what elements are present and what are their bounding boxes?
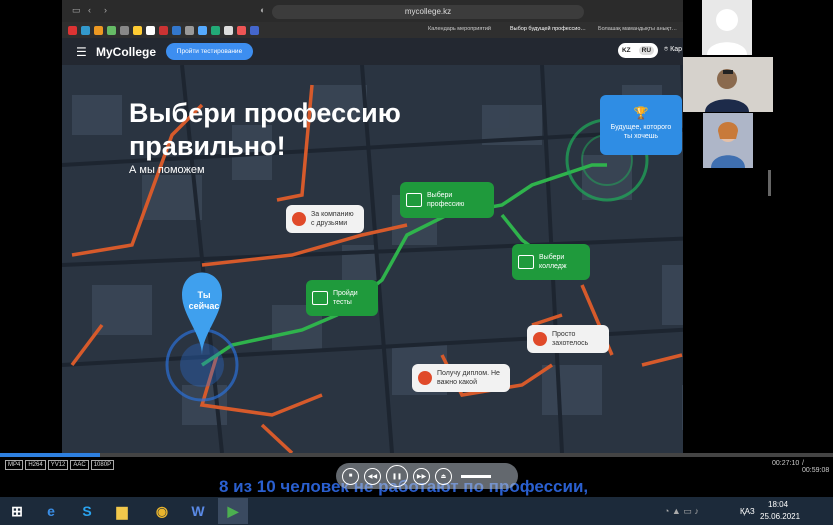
browser-tab[interactable]: Болашақ мамандықты анықт… [598,26,677,32]
keyboard-language[interactable]: ҚАЗ [740,507,755,516]
codec-tag: YV12 [47,460,69,470]
user-silhouette-icon [707,9,747,55]
current-time: 00:27:10 [772,460,800,467]
bubble-diploma: Получу диплом. Не важно какой [412,364,510,392]
codec-tag: MP4 [5,460,24,470]
browser-tab-active[interactable]: Выбор будущей профессио… [510,26,586,32]
take-test-button[interactable]: Пройти тестирование [166,43,253,60]
lang-kz[interactable]: KZ [622,47,631,54]
bookmark-icon[interactable] [198,25,207,35]
page-scrollbar[interactable] [768,170,771,196]
bubble-just-agreed: Просто захотелось [527,325,609,353]
bookmark-icon[interactable] [237,25,246,35]
site-logo[interactable]: MyCollege [96,45,156,59]
player-controls: ■ ◀◀ ❚❚ ▶▶ ⏏ [336,463,518,489]
gears-icon [406,193,422,207]
hero-title: Выбери профессию правильно! [129,98,401,161]
bubble-just-agreed-text: Просто захотелось [552,331,589,347]
participant-video[interactable] [703,113,753,168]
bubble-friends-text: За компанию с друзьями [311,211,354,227]
bookmark-icon[interactable] [120,25,129,35]
bubble-friends: За компанию с друзьями [286,205,364,233]
bubble-choose-college: Выбери колледж [512,244,590,280]
next-icon[interactable]: ▶▶ [413,467,430,485]
tray-icons[interactable]: ◔ ▲ ▭ ♪ [664,506,699,517]
shield-icon[interactable]: ◐ [260,5,265,15]
bubble-choose-college-text: Выбери колледж [539,254,567,270]
skype-icon[interactable]: S [72,498,102,524]
open-file-icon[interactable]: ⏏ [435,467,452,485]
bookmark-icon[interactable] [250,25,259,35]
bubble-choose-profession: Выбери профессию [400,182,494,218]
pause-icon[interactable]: ❚❚ [386,465,408,487]
stop-icon[interactable]: ■ [342,467,359,485]
bookmark-icon[interactable] [185,25,194,35]
participant-video[interactable] [683,57,773,112]
clock-date[interactable]: 25.06.2021 [760,512,800,521]
forward-icon[interactable]: › [104,5,107,15]
participant-woman-image [703,113,753,168]
sad-face-icon [292,212,306,226]
bookmark-icon[interactable] [107,25,116,35]
hamburger-menu-icon[interactable]: ☰ [76,45,87,59]
bookmarks-bar [62,22,683,38]
seek-bar[interactable] [0,453,833,457]
bubble-future-text: Будущее, которого ты хочешь [610,124,672,140]
volume-slider[interactable] [461,474,491,478]
codec-tag: H264 [25,460,46,470]
bubble-tests: Пройди тесты [306,280,378,316]
language-switcher[interactable]: KZ RU [618,43,658,58]
browser-tab[interactable]: Календарь мероприятий [428,26,491,32]
hero-subtitle: А мы поможем [129,164,205,176]
back-icon[interactable]: ‹ [88,5,91,15]
address-bar[interactable]: mycollege.kz [272,5,584,19]
sidebar-toggle-icon[interactable]: ▭ [72,5,81,16]
bubble-choose-profession-text: Выбери профессию [427,192,465,208]
bookmark-icon[interactable] [68,25,77,35]
codec-tag: AAC [70,460,89,470]
sad-face-icon [533,332,547,346]
pin-label: Ты сейчас [188,290,220,311]
codec-info: MP4 H264 YV12 AAC 1080P [5,460,115,470]
bubble-diploma-text: Получу диплом. Не важно какой [437,370,500,386]
bookmark-icon[interactable] [133,25,142,35]
bookmark-icon[interactable] [159,25,168,35]
clock-time[interactable]: 18:04 [768,500,788,509]
internet-explorer-icon[interactable]: e [36,498,66,524]
trophy-icon: 🏆 [633,106,649,120]
participant-man-image [683,57,773,112]
total-time: / 00:59:08 [802,460,830,474]
bubble-tests-text: Пройди тесты [333,290,358,306]
seek-progress [0,453,100,457]
chrome-icon[interactable]: ◉ [147,498,177,524]
word-icon[interactable]: W [183,498,213,524]
participant-placeholder[interactable] [702,0,752,55]
bookmark-icon[interactable] [211,25,220,35]
bookmark-icon[interactable] [224,25,233,35]
media-player-icon[interactable]: ▶ [218,498,248,524]
windows-start-icon[interactable]: ⊞ [2,498,32,524]
bookmark-icon[interactable] [172,25,181,35]
bookmark-icon[interactable] [81,25,90,35]
bubble-future: 🏆 Будущее, которого ты хочешь [600,95,682,155]
test-screen-icon [312,291,328,305]
previous-icon[interactable]: ◀◀ [364,467,381,485]
file-explorer-icon[interactable]: ▆ [107,498,137,524]
lang-ru[interactable]: RU [638,46,655,55]
codec-tag: 1080P [90,460,115,470]
url-text: mycollege.kz [404,7,452,16]
city-label: Кар [670,46,683,53]
college-building-icon [518,255,534,269]
sad-face-icon [418,371,432,385]
bookmark-icon[interactable] [146,25,155,35]
bookmark-icon[interactable] [94,25,103,35]
city-selector[interactable]: ⌾ Кар [664,46,682,54]
